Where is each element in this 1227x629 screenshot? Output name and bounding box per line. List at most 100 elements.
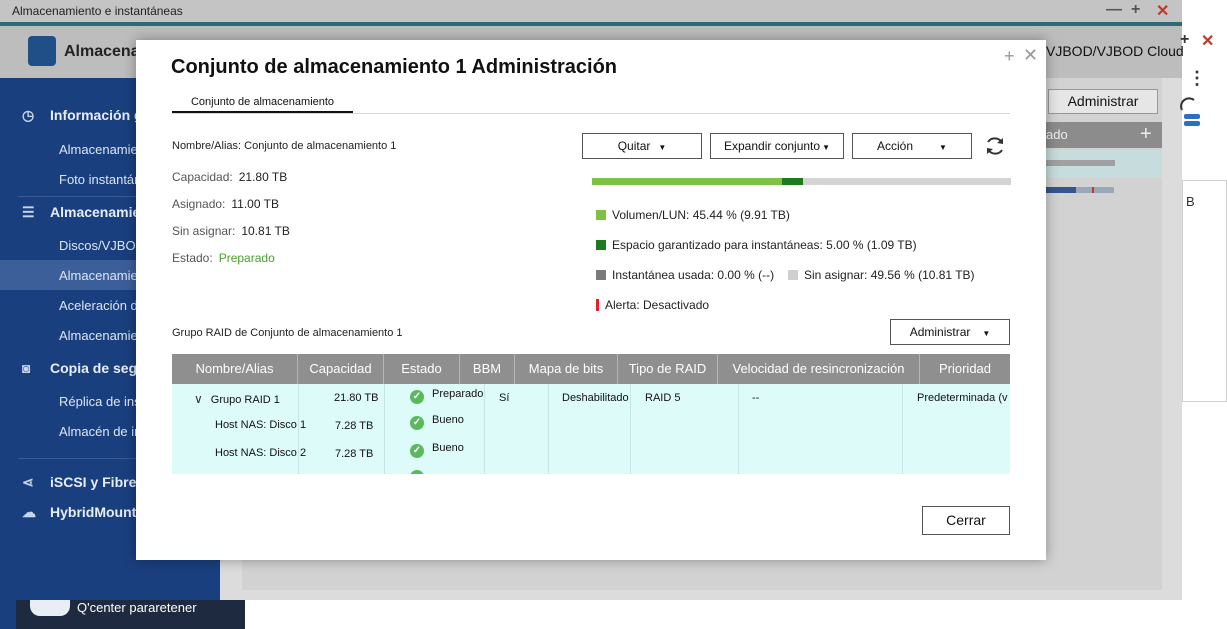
legend-swatch (596, 210, 606, 220)
usage-segment (592, 178, 783, 185)
raid-table-body: ∨ Grupo RAID 1 21.80 TB ✓ Preparado Sí Des… (172, 384, 1010, 474)
legend-used-text: Instantánea usada: 0.00 % (--) (612, 268, 775, 282)
caret-down-icon: ▼ (822, 143, 830, 152)
dialog-title: Conjunto de almacenamiento 1 Administrac… (171, 56, 617, 78)
legend-unallocated: Sin asignar: 49.56 % (10.81 TB) (788, 268, 975, 282)
legend-swatch (596, 270, 606, 280)
status-row: Estado: Preparado (172, 251, 275, 265)
taskbar-app[interactable]: Q'center pararetener (16, 600, 245, 629)
legend-swatch (596, 240, 606, 250)
check-icon: ✓ (410, 444, 424, 458)
column-divider (384, 384, 385, 474)
legend-swatch (788, 270, 798, 280)
disk-1-status: ✓ Bueno (410, 414, 464, 430)
unallocated-label: Sin asignar: (172, 224, 236, 238)
screen: Almacenamiento e instantáneas — + ✕ Alma… (0, 0, 1227, 629)
column-header-name[interactable]: Nombre/Alias (172, 354, 298, 384)
allocated-row: Asignado: 11.00 TB (172, 197, 279, 211)
usage-bar (1046, 187, 1114, 193)
column-divider (548, 384, 549, 474)
cloud-icon: ☁ (22, 504, 36, 520)
raid-group-name: Grupo RAID 1 (210, 394, 280, 406)
storage-app-icon (28, 36, 56, 66)
manage-label: Administrar (909, 325, 971, 339)
raid-group-bbm: Sí (499, 392, 510, 404)
sidebar-group-label: HybridMount (50, 504, 137, 520)
refresh-icon[interactable] (983, 134, 1007, 158)
background-table-header-text: ado (1046, 127, 1068, 142)
window-close-icon[interactable]: ✕ (1156, 1, 1169, 21)
legend-unallocated-text: Sin asignar: 49.56 % (10.81 TB) (804, 268, 975, 282)
legend-volume-text: Volumen/LUN: 45.44 % (9.91 TB) (612, 208, 790, 222)
side-panel-text: B (1186, 194, 1195, 209)
legend-guaranteed: Espacio garantizado para instantáneas: 5… (596, 238, 917, 252)
raid-group-priority: Predeterminada (v (917, 392, 1008, 404)
check-icon: ✓ (410, 390, 424, 404)
disk-2-status-text: Bueno (432, 442, 464, 454)
legend-used: Instantánea usada: 0.00 % (--) (596, 268, 774, 282)
background-table-header: ado + (1046, 122, 1162, 148)
side-plus-icon[interactable]: + (1180, 31, 1189, 49)
capacity-label: Capacidad: (172, 170, 233, 184)
table-row-raid-group-name[interactable]: ∨ Grupo RAID 1 (194, 392, 280, 406)
next-row-status (410, 470, 432, 474)
raid-section-title: Grupo RAID de Conjunto de almacenamiento… (172, 327, 403, 339)
column-divider (738, 384, 739, 474)
background-table-row[interactable] (1046, 150, 1162, 178)
column-header-resync-speed[interactable]: Velocidad de resincronización (718, 354, 920, 384)
minimize-icon[interactable]: — (1106, 1, 1122, 19)
background-manage-button[interactable]: Administrar (1048, 89, 1158, 114)
caret-down-icon: ▼ (658, 143, 667, 152)
status-value: Preparado (218, 251, 275, 265)
qcenter-icon (30, 600, 70, 616)
legend-alert: Alerta: Desactivado (596, 298, 709, 312)
action-dropdown-button[interactable]: Acción ▼ (852, 133, 972, 159)
disk-2-name[interactable]: Host NAS: Disco 2 (215, 447, 306, 459)
close-icon[interactable]: ✕ (1023, 45, 1038, 66)
disk-1-name[interactable]: Host NAS: Disco 1 (215, 419, 306, 431)
usage-segment (782, 178, 804, 185)
column-header-bitmap[interactable]: Mapa de bits (515, 354, 618, 384)
legend-volume: Volumen/LUN: 45.44 % (9.91 TB) (596, 208, 790, 222)
usage-bar (1046, 160, 1115, 166)
column-divider (484, 384, 485, 474)
raid-group-status: ✓ Preparado (410, 388, 483, 404)
usage-bar-alert (1092, 187, 1094, 193)
storage-usage-bar (592, 178, 1011, 185)
raid-group-bitmap: Deshabilitado (562, 392, 629, 404)
background-titlebar: Almacenamiento e instantáneas — + ✕ (0, 0, 1182, 22)
more-icon[interactable]: ⋮ (1188, 68, 1206, 89)
check-icon (410, 470, 424, 474)
expand-icon[interactable]: + (1004, 46, 1015, 67)
unallocated-value: 10.81 TB (241, 224, 290, 238)
close-button[interactable]: Cerrar (922, 506, 1010, 535)
vjbod-tab[interactable]: VJBOD/VJBOD Cloud (1046, 43, 1184, 59)
database-icon: ☰ (22, 204, 35, 220)
manage-dropdown-button[interactable]: Administrar ▼ (890, 319, 1010, 345)
tab-divider (172, 113, 1010, 114)
raid-table-header: Nombre/Alias Capacidad Estado BBM Mapa d… (172, 354, 1010, 384)
sync-icon[interactable] (1176, 92, 1206, 132)
add-icon[interactable]: + (1140, 123, 1152, 146)
expand-label: Expandir conjunto (724, 139, 821, 153)
column-header-priority[interactable]: Prioridad (920, 354, 1010, 384)
expand-pool-dropdown-button[interactable]: Expandir conjunto ▼ (710, 133, 844, 159)
allocated-value: 11.00 TB (231, 197, 279, 211)
remove-dropdown-button[interactable]: Quitar ▼ (582, 133, 702, 159)
raid-group-capacity: 21.80 TB (334, 392, 379, 404)
column-header-capacity[interactable]: Capacidad (298, 354, 384, 384)
unallocated-row: Sin asignar: 10.81 TB (172, 224, 290, 238)
caret-down-icon: ▼ (939, 143, 947, 152)
column-header-status[interactable]: Estado (384, 354, 460, 384)
chevron-down-icon[interactable]: ∨ (194, 392, 203, 406)
column-header-bbm[interactable]: BBM (460, 354, 515, 384)
usage-segment (803, 178, 1011, 185)
side-panel: B (1182, 180, 1227, 402)
side-close-icon[interactable]: ✕ (1201, 31, 1214, 51)
column-divider (902, 384, 903, 474)
check-icon: ✓ (410, 416, 424, 430)
column-header-raid-type[interactable]: Tipo de RAID (618, 354, 718, 384)
maximize-icon[interactable]: + (1131, 1, 1140, 19)
disk-1-capacity: 7.28 TB (335, 420, 374, 432)
share-icon: ⋖ (22, 474, 34, 490)
